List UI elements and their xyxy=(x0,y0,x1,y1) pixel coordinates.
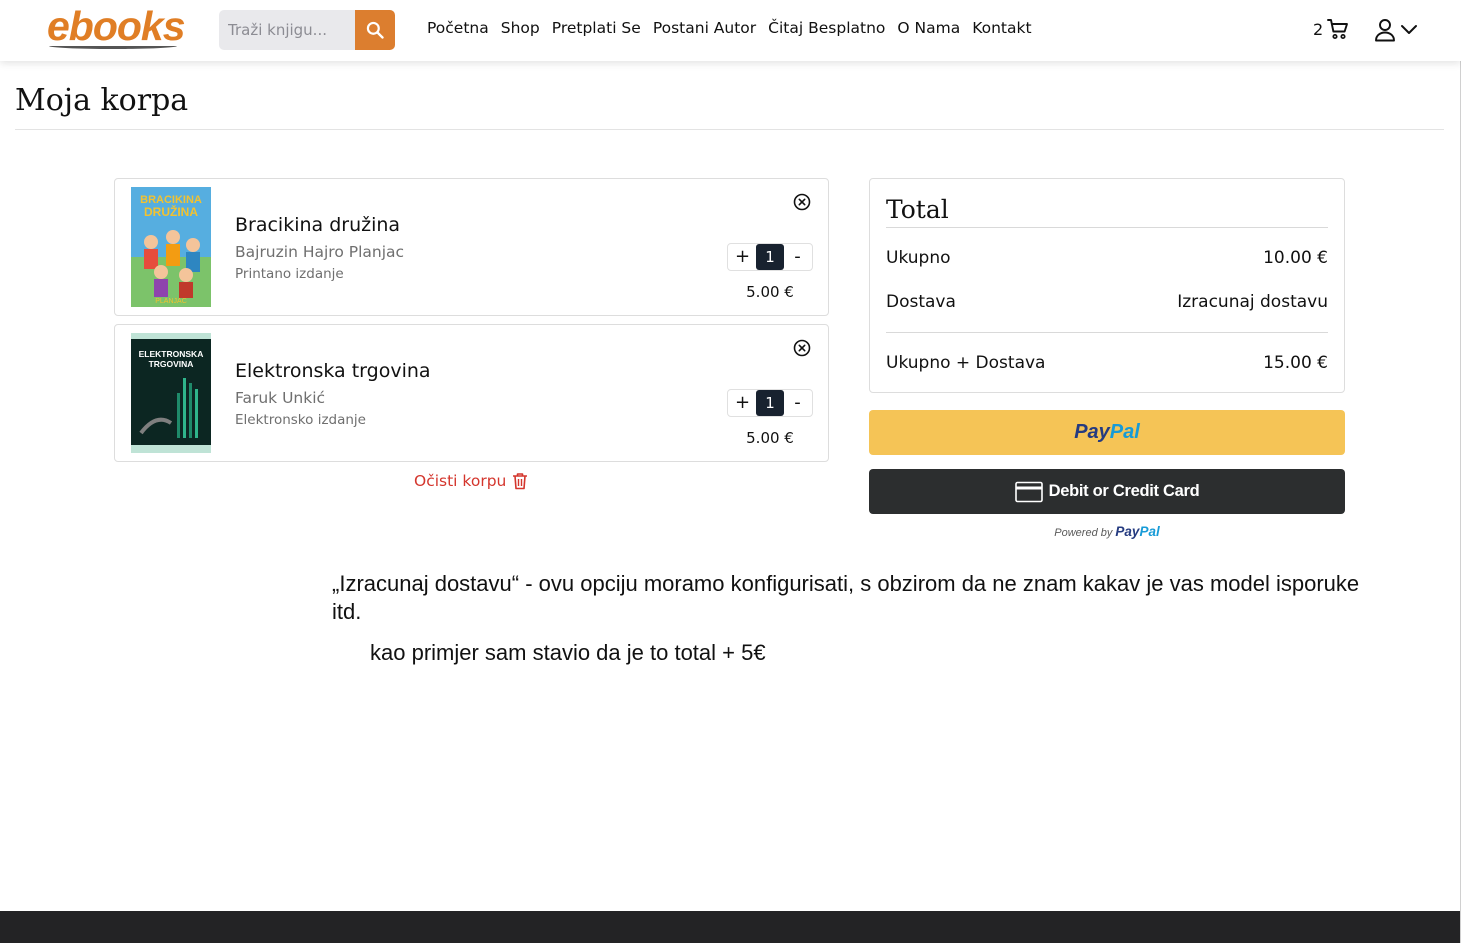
quantity-value: 1 xyxy=(756,244,784,270)
note-text: kao primjer sam stavio da je to total + … xyxy=(370,640,766,665)
grand-total-row: Ukupno + Dostava 15.00 € xyxy=(886,353,1328,373)
order-summary: Total Ukupno 10.00 € Dostava Izracunaj d… xyxy=(869,178,1345,393)
remove-item-button[interactable] xyxy=(792,192,812,212)
item-author: Faruk Unkić xyxy=(235,389,326,407)
paypal-button[interactable]: PayPal xyxy=(869,410,1345,455)
ebooks-logo[interactable]: ebooks xyxy=(47,3,186,50)
page-footer xyxy=(0,911,1461,943)
note-text: „Izracunaj dostavu“ - ovu opciju moramo … xyxy=(332,571,1360,624)
logo-swoosh xyxy=(49,43,177,49)
summary-divider xyxy=(886,332,1328,333)
item-author: Bajruzin Hajro Planjac xyxy=(235,243,405,261)
subtotal-value: 10.00 € xyxy=(1263,248,1328,268)
decrease-quantity-button[interactable]: - xyxy=(784,390,811,416)
paypal-logo: PayPal xyxy=(1074,421,1140,443)
book-cover-image[interactable]: BRACIKINA DRUŽINA PLANJAC xyxy=(131,187,211,307)
grand-total-value: 15.00 € xyxy=(1263,353,1328,373)
nav-link-shop[interactable]: Shop xyxy=(501,19,540,37)
search-bar xyxy=(219,10,395,50)
shipping-row: Dostava Izracunaj dostavu xyxy=(886,292,1328,312)
remove-item-button[interactable] xyxy=(792,338,812,358)
svg-text:PLANJAC: PLANJAC xyxy=(155,298,187,305)
quantity-stepper: + 1 - xyxy=(727,243,813,271)
shipping-label: Dostava xyxy=(886,292,956,312)
close-circle-icon xyxy=(793,339,811,357)
quantity-stepper: + 1 - xyxy=(727,389,813,417)
item-title[interactable]: Bracikina družina xyxy=(235,214,400,236)
clear-cart-button[interactable]: Očisti korpu xyxy=(414,472,528,490)
increase-quantity-button[interactable]: + xyxy=(729,244,756,270)
nav-link-citaj-besplatno[interactable]: Čitaj Besplatno xyxy=(768,19,885,37)
subtotal-label: Ukupno xyxy=(886,248,951,268)
close-circle-icon xyxy=(793,193,811,211)
svg-text:DRUŽINA: DRUŽINA xyxy=(144,204,198,219)
nav-link-pocetna[interactable]: Početna xyxy=(427,19,489,37)
nav-link-postani-autor[interactable]: Postani Autor xyxy=(653,19,756,37)
search-icon xyxy=(366,21,384,39)
cart-button[interactable]: 2 xyxy=(1313,17,1350,41)
card-button-label: Debit or Credit Card xyxy=(1048,482,1200,500)
nav-link-pretplati-se[interactable]: Pretplati Se xyxy=(552,19,641,37)
nav-link-kontakt[interactable]: Kontakt xyxy=(972,19,1031,37)
svg-text:TRGOVINA: TRGOVINA xyxy=(149,359,194,369)
summary-divider xyxy=(886,227,1328,228)
item-edition: Elektronsko izdanje xyxy=(235,412,366,428)
powered-by-paypal: Powered by PayPal xyxy=(1054,524,1160,539)
item-edition: Printano izdanje xyxy=(235,266,344,282)
search-button[interactable] xyxy=(355,10,395,50)
credit-card-icon xyxy=(1014,481,1043,502)
svg-text:ELEKTRONSKA: ELEKTRONSKA xyxy=(139,349,204,359)
nav-link-o-nama[interactable]: O Nama xyxy=(897,19,960,37)
trash-icon xyxy=(513,473,528,490)
clear-cart-label: Očisti korpu xyxy=(414,472,507,490)
user-menu-button[interactable] xyxy=(1374,18,1418,42)
cart-icon xyxy=(1327,19,1349,40)
subtotal-row: Ukupno 10.00 € xyxy=(886,248,1328,268)
item-price: 5.00 € xyxy=(746,429,794,447)
calculate-shipping-link[interactable]: Izracunaj dostavu xyxy=(1177,292,1328,312)
grand-total-label: Ukupno + Dostava xyxy=(886,353,1046,373)
cart-item: ELEKTRONSKA TRGOVINA Elektronska trgovin… xyxy=(114,324,829,462)
cart-count: 2 xyxy=(1313,19,1324,39)
book-cover-image[interactable]: ELEKTRONSKA TRGOVINA xyxy=(131,333,211,453)
debit-credit-card-button[interactable]: Debit or Credit Card xyxy=(869,469,1345,514)
main-nav: Početna Shop Pretplati Se Postani Autor … xyxy=(427,19,1044,37)
summary-title: Total xyxy=(886,195,949,224)
quantity-value: 1 xyxy=(756,390,784,416)
top-navbar: ebooks Početna Shop Pretplati Se Postani… xyxy=(0,0,1461,61)
page-title: Moja korpa xyxy=(15,83,189,118)
decrease-quantity-button[interactable]: - xyxy=(784,244,811,270)
chevron-down-icon xyxy=(1401,25,1417,34)
search-input[interactable] xyxy=(219,10,356,50)
item-title[interactable]: Elektronska trgovina xyxy=(235,360,431,382)
title-divider xyxy=(15,129,1444,130)
increase-quantity-button[interactable]: + xyxy=(729,390,756,416)
user-icon xyxy=(1375,19,1395,42)
item-price: 5.00 € xyxy=(746,283,794,301)
cart-item: BRACIKINA DRUŽINA PLANJAC Bracikina druž… xyxy=(114,178,829,316)
